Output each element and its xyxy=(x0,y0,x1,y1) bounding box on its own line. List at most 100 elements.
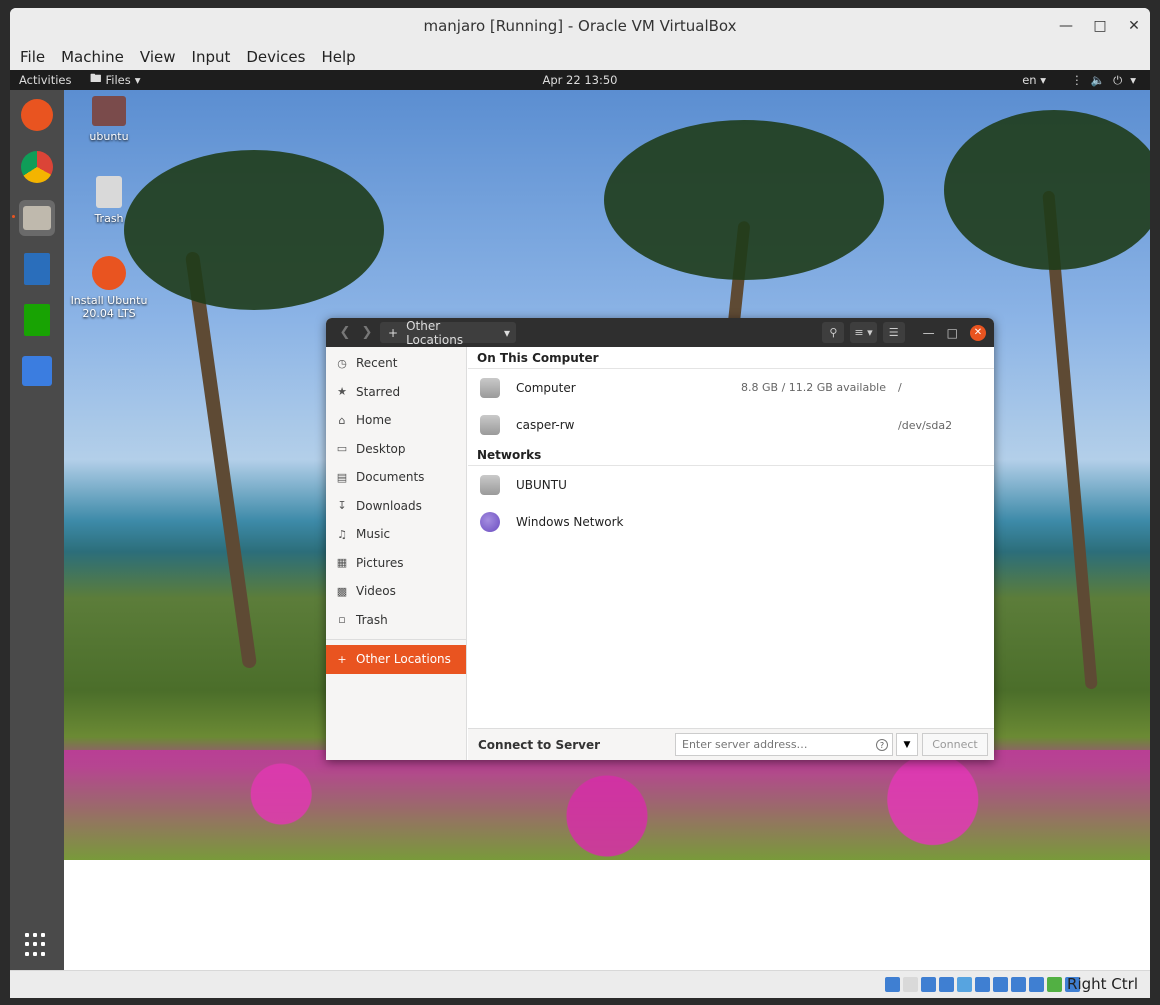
sidebar-divider xyxy=(326,639,466,640)
menu-input[interactable]: Input xyxy=(192,48,231,66)
menu-file[interactable]: File xyxy=(20,48,45,66)
help-icon[interactable]: ? xyxy=(876,739,888,751)
sidebar-item-label: Recent xyxy=(356,356,398,371)
drive-icon xyxy=(480,377,500,398)
host-key-label: Right Ctrl xyxy=(1067,975,1138,993)
menu-button[interactable]: ☰ xyxy=(882,322,905,343)
location-row[interactable]: Windows Network xyxy=(468,504,994,542)
ubuntu-dock xyxy=(10,90,64,970)
dock-item-calc[interactable] xyxy=(19,302,55,338)
dock-item-writer[interactable] xyxy=(19,251,55,287)
desktop-icon: ▭ xyxy=(336,442,348,456)
location-mount: /dev/sda2 xyxy=(898,418,953,432)
sidebar-item-home[interactable]: ⌂ Home xyxy=(326,406,466,435)
minimize-icon[interactable]: — xyxy=(923,326,935,340)
dock-item-screenshot[interactable] xyxy=(19,353,55,389)
menu-help[interactable]: Help xyxy=(321,48,355,66)
cpu-icon[interactable] xyxy=(1029,977,1044,992)
view-options-button[interactable]: ≡ ▾ xyxy=(850,322,877,343)
server-history-button[interactable]: ▼ xyxy=(896,733,918,756)
trash-icon: ▫ xyxy=(338,613,346,627)
sidebar-item-label: Other Locations xyxy=(356,652,451,667)
list-icon: ≡ xyxy=(854,326,864,339)
path-bar[interactable]: + Other Locations ▾ xyxy=(380,319,516,347)
network-drive-icon xyxy=(480,474,500,495)
globe-icon xyxy=(480,512,500,533)
sidebar-item-trash[interactable]: ▫ Trash xyxy=(326,606,466,635)
files-icon xyxy=(23,206,51,230)
location-row[interactable]: Computer 8.8 GB / 11.2 GB available / xyxy=(468,369,994,407)
download-icon: ↧ xyxy=(337,499,347,513)
sidebar-item-starred[interactable]: ★ Starred xyxy=(326,378,466,407)
back-button[interactable]: ❮ xyxy=(334,323,356,343)
language-indicator[interactable]: en ▾ xyxy=(1022,73,1046,87)
menu-machine[interactable]: Machine xyxy=(61,48,124,66)
usb-icon[interactable] xyxy=(957,977,972,992)
close-icon[interactable]: ✕ xyxy=(970,324,986,341)
writer-icon xyxy=(24,253,50,285)
locations-view: On This Computer Computer 8.8 GB / 11.2 … xyxy=(468,347,994,728)
desktop-icon-label: Trash xyxy=(94,212,124,225)
display-icon[interactable] xyxy=(993,977,1008,992)
sidebar-item-label: Home xyxy=(356,413,392,428)
clock[interactable]: Apr 22 13:50 xyxy=(10,73,1150,87)
location-row[interactable]: UBUNTU xyxy=(468,466,994,504)
music-icon: ♫ xyxy=(337,527,347,541)
connect-label: Connect to Server xyxy=(478,737,601,752)
dock-item-files[interactable] xyxy=(19,200,55,236)
desktop-icon-home[interactable]: ubuntu xyxy=(69,96,149,143)
sidebar-item-downloads[interactable]: ↧ Downloads xyxy=(326,492,466,521)
sidebar-item-documents[interactable]: ▤ Documents xyxy=(326,463,466,492)
search-button[interactable]: ⚲ xyxy=(822,322,845,343)
chevron-down-icon: ▾ xyxy=(503,325,510,340)
sidebar-item-videos[interactable]: ▩ Videos xyxy=(326,577,466,606)
optical-drive-icon[interactable] xyxy=(903,977,918,992)
desktop-icon-trash[interactable]: Trash xyxy=(69,176,149,225)
minimize-icon[interactable]: — xyxy=(1058,18,1074,34)
location-name: casper-rw xyxy=(516,418,575,433)
sidebar-item-music[interactable]: ♫ Music xyxy=(326,520,466,549)
guest-additions-icon[interactable] xyxy=(1047,977,1062,992)
files-sidebar: ◷ Recent ★ Starred ⌂ Home ▭ Desktop ▤ Documen… xyxy=(326,347,467,760)
recording-icon[interactable] xyxy=(1011,977,1026,992)
maximize-icon[interactable]: □ xyxy=(947,326,958,340)
menu-view[interactable]: View xyxy=(140,48,176,66)
location-name: Windows Network xyxy=(516,515,624,530)
home-icon: ⌂ xyxy=(338,413,346,427)
network-adapter-icon[interactable] xyxy=(939,977,954,992)
sidebar-item-recent[interactable]: ◷ Recent xyxy=(326,349,466,378)
window-titlebar: manjaro [Running] - Oracle VM VirtualBox… xyxy=(10,8,1150,44)
sidebar-item-pictures[interactable]: ▦ Pictures xyxy=(326,549,466,578)
sidebar-item-label: Starred xyxy=(356,384,401,399)
system-tray[interactable]: ⋮ 🔈 ⏻ ▾ xyxy=(1071,73,1136,88)
sidebar-item-label: Music xyxy=(356,527,391,542)
video-icon: ▩ xyxy=(336,584,348,598)
server-address-input[interactable] xyxy=(675,733,893,756)
sidebar-item-desktop[interactable]: ▭ Desktop xyxy=(326,435,466,464)
section-header: On This Computer xyxy=(468,347,994,369)
calc-icon xyxy=(24,304,50,336)
volume-icon: 🔈 xyxy=(1090,72,1106,87)
desktop-icon-label: ubuntu xyxy=(89,130,129,143)
connect-button[interactable]: Connect xyxy=(922,733,988,756)
show-applications-button[interactable] xyxy=(25,933,49,957)
desktop-icon-installer[interactable]: Install Ubuntu 20.04 LTS xyxy=(69,256,149,320)
sidebar-item-other-locations[interactable]: + Other Locations xyxy=(326,645,466,674)
language-label: en xyxy=(1022,73,1037,87)
location-row[interactable]: casper-rw /dev/sda2 xyxy=(468,407,994,445)
shared-folders-icon[interactable] xyxy=(975,977,990,992)
forward-button[interactable]: ❯ xyxy=(356,323,378,343)
dock-item-chrome[interactable] xyxy=(19,149,55,185)
dock-item-ubuntu[interactable] xyxy=(19,97,55,133)
sidebar-item-label: Pictures xyxy=(356,555,404,570)
location-name: UBUNTU xyxy=(516,477,567,492)
files-window: ❮ ❯ + Other Locations ▾ ⚲ ≡ ▾ ☰ — □ ✕ ◷ … xyxy=(326,318,994,760)
maximize-icon[interactable]: □ xyxy=(1092,18,1108,34)
desktop-icon-label: Install Ubuntu 20.04 LTS xyxy=(70,294,148,320)
picture-icon: ▦ xyxy=(336,556,348,570)
hdd-icon[interactable] xyxy=(885,977,900,992)
menu-devices[interactable]: Devices xyxy=(246,48,305,66)
location-mount: / xyxy=(898,381,902,395)
close-icon[interactable]: ✕ xyxy=(1126,18,1142,34)
audio-icon[interactable] xyxy=(921,977,936,992)
